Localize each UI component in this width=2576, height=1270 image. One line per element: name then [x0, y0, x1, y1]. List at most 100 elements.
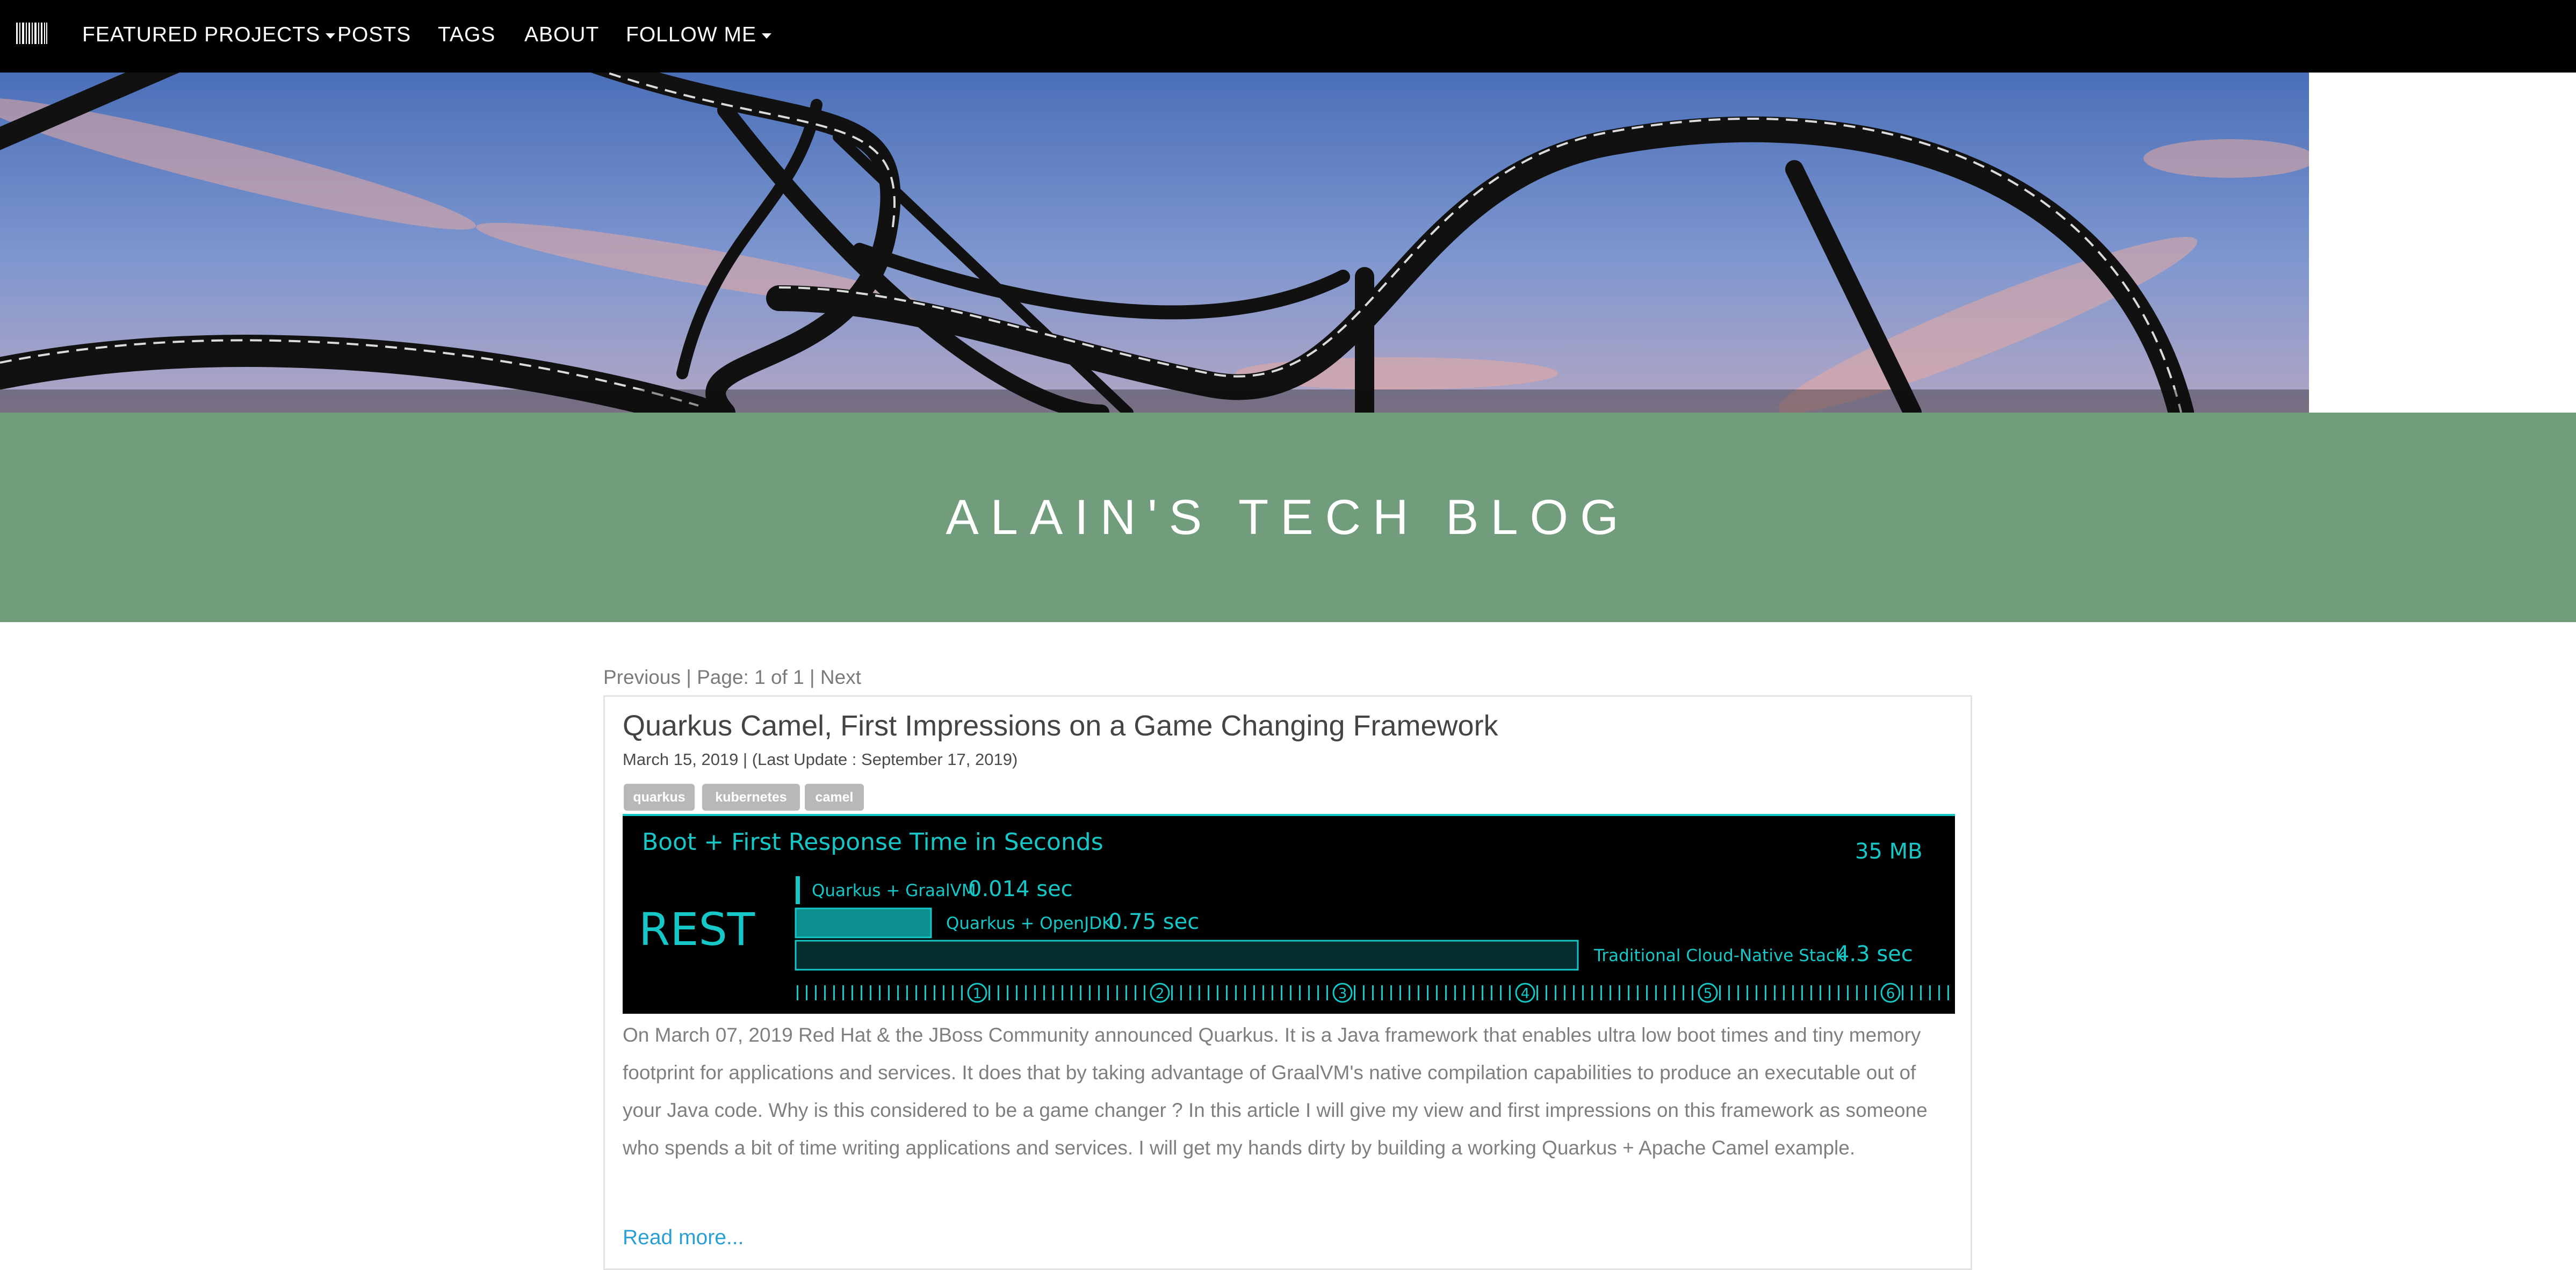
scale-tick — [1262, 985, 1264, 1000]
scale-tick — [1509, 985, 1511, 1000]
scale-tick — [1838, 985, 1839, 1000]
scale-tick — [1783, 985, 1785, 1000]
scale-tick — [1920, 985, 1922, 1000]
scale-tick — [897, 985, 899, 1000]
nav-tags[interactable]: TAGS — [438, 0, 495, 73]
scale-tick — [1016, 985, 1018, 1000]
scale-tick — [1326, 985, 1328, 1000]
scale-tick — [1847, 985, 1849, 1000]
nav-tags-label: TAGS — [438, 23, 496, 46]
scale-tick — [1473, 985, 1474, 1000]
pager-separator: | — [680, 666, 697, 688]
pager-next-link[interactable]: Next — [820, 664, 861, 691]
scale-number: 5 — [1704, 986, 1713, 1002]
pager-previous-link[interactable]: Previous — [603, 664, 681, 691]
scale-tick — [1619, 985, 1620, 1000]
scale-tick — [1610, 985, 1611, 1000]
scale-tick — [1454, 985, 1456, 1000]
scale-tick — [961, 985, 963, 1000]
scale-tick — [870, 985, 871, 1000]
scale-tick — [1737, 985, 1739, 1000]
scale-tick — [1482, 985, 1483, 1000]
scale-tick — [1071, 985, 1072, 1000]
boot-time-graphic: Boot + First Response Time in Seconds 35… — [623, 814, 1955, 1014]
nav-posts[interactable]: POSTS — [337, 0, 411, 73]
scale-tick — [1034, 985, 1036, 1000]
scale-tick — [1820, 985, 1821, 1000]
tag-camel[interactable]: camel — [805, 784, 864, 811]
scale-tick — [1902, 985, 1903, 1000]
scale-tick — [1810, 985, 1812, 1000]
post-date: March 15, 2019 | (Last Update : Septembe… — [623, 750, 1018, 769]
post-image[interactable]: Boot + First Response Time in Seconds 35… — [623, 814, 1955, 1014]
scale-tick — [1646, 985, 1648, 1000]
top-navbar: FEATURED PROJECTS POSTS TAGS ABOUT FOLLO… — [0, 0, 2576, 73]
scale-tick — [1856, 985, 1858, 1000]
scale-tick — [1628, 985, 1629, 1000]
graphic-title: Boot + First Response Time in Seconds — [642, 828, 1103, 856]
scale-tick — [1427, 985, 1428, 1000]
scale-tick — [1637, 985, 1639, 1000]
scale-tick — [1317, 985, 1319, 1000]
scale-tick — [824, 985, 826, 1000]
bar-label-traditional-stack: Traditional Cloud-Native Stack — [1593, 946, 1845, 965]
nav-follow-me[interactable]: FOLLOW ME — [626, 0, 772, 73]
scale-tick — [1756, 985, 1757, 1000]
graphic-memory-label: 35 MB — [1855, 839, 1923, 864]
scale-number: 3 — [1338, 986, 1347, 1002]
scale-tick — [1591, 985, 1593, 1000]
scale-tick — [1381, 985, 1383, 1000]
scale-tick — [1390, 985, 1392, 1000]
scale-tick — [1244, 985, 1246, 1000]
scale-tick — [1052, 985, 1054, 1000]
read-more-link[interactable]: Read more... — [623, 1226, 744, 1250]
scale-tick — [1555, 985, 1556, 1000]
scale-tick — [1683, 985, 1684, 1000]
scale-tick — [1281, 985, 1282, 1000]
scale-tick — [1217, 985, 1218, 1000]
scale-tick — [888, 985, 890, 1000]
scale-tick — [1673, 985, 1675, 1000]
chevron-down-icon — [326, 33, 336, 39]
scale-tick — [1911, 985, 1913, 1000]
scale-tick — [1125, 985, 1127, 1000]
scale-tick — [1308, 985, 1310, 1000]
scale-tick — [1947, 985, 1949, 1000]
scale-tick — [1929, 985, 1931, 1000]
scale-tick — [1546, 985, 1547, 1000]
bar-value-quarkus-graalvm: 0.014 sec — [968, 877, 1073, 901]
bar-traditional-stack — [795, 940, 1579, 971]
scale-number: 1 — [973, 986, 982, 1002]
tag-kubernetes[interactable]: kubernetes — [702, 784, 800, 811]
scale-tick — [1536, 985, 1538, 1000]
scale-tick — [1171, 985, 1173, 1000]
scale-tick — [1025, 985, 1027, 1000]
nav-about-label: ABOUT — [524, 23, 600, 46]
scale-tick — [1582, 985, 1584, 1000]
post-excerpt: On March 07, 2019 Red Hat & the JBoss Co… — [623, 1024, 1928, 1159]
scale-tick — [1728, 985, 1730, 1000]
scale-tick — [1463, 985, 1465, 1000]
scale-tick — [1409, 985, 1410, 1000]
bar-value-traditional-stack: 4.3 sec — [1836, 942, 1913, 966]
nav-featured-projects[interactable]: FEATURED PROJECTS — [82, 0, 336, 73]
nav-posts-label: POSTS — [337, 23, 412, 46]
nav-featured-projects-label: FEATURED PROJECTS — [82, 23, 321, 46]
scale-tick — [1080, 985, 1081, 1000]
post-title-link[interactable]: Quarkus Camel, First Impressions on a Ga… — [623, 709, 1498, 742]
bar-label-quarkus-openjdk: Quarkus + OpenJDK — [946, 914, 1113, 933]
barcode-logo-icon[interactable] — [16, 23, 47, 44]
graphic-rest-label: REST — [639, 903, 755, 956]
pagination: Previous | Page: 1 of 1 | Next — [603, 664, 861, 691]
scale-tick — [1418, 985, 1419, 1000]
scale-tick — [915, 985, 917, 1000]
nav-about[interactable]: ABOUT — [524, 0, 599, 73]
tag-quarkus[interactable]: quarkus — [624, 784, 695, 811]
scale-tick — [1500, 985, 1502, 1000]
scale-tick — [861, 985, 862, 1000]
scale-tick — [842, 985, 844, 1000]
scale-tick — [998, 985, 999, 1000]
scale-tick — [1801, 985, 1803, 1000]
scale-tick — [1253, 985, 1255, 1000]
bar-quarkus-graalvm — [796, 876, 800, 904]
